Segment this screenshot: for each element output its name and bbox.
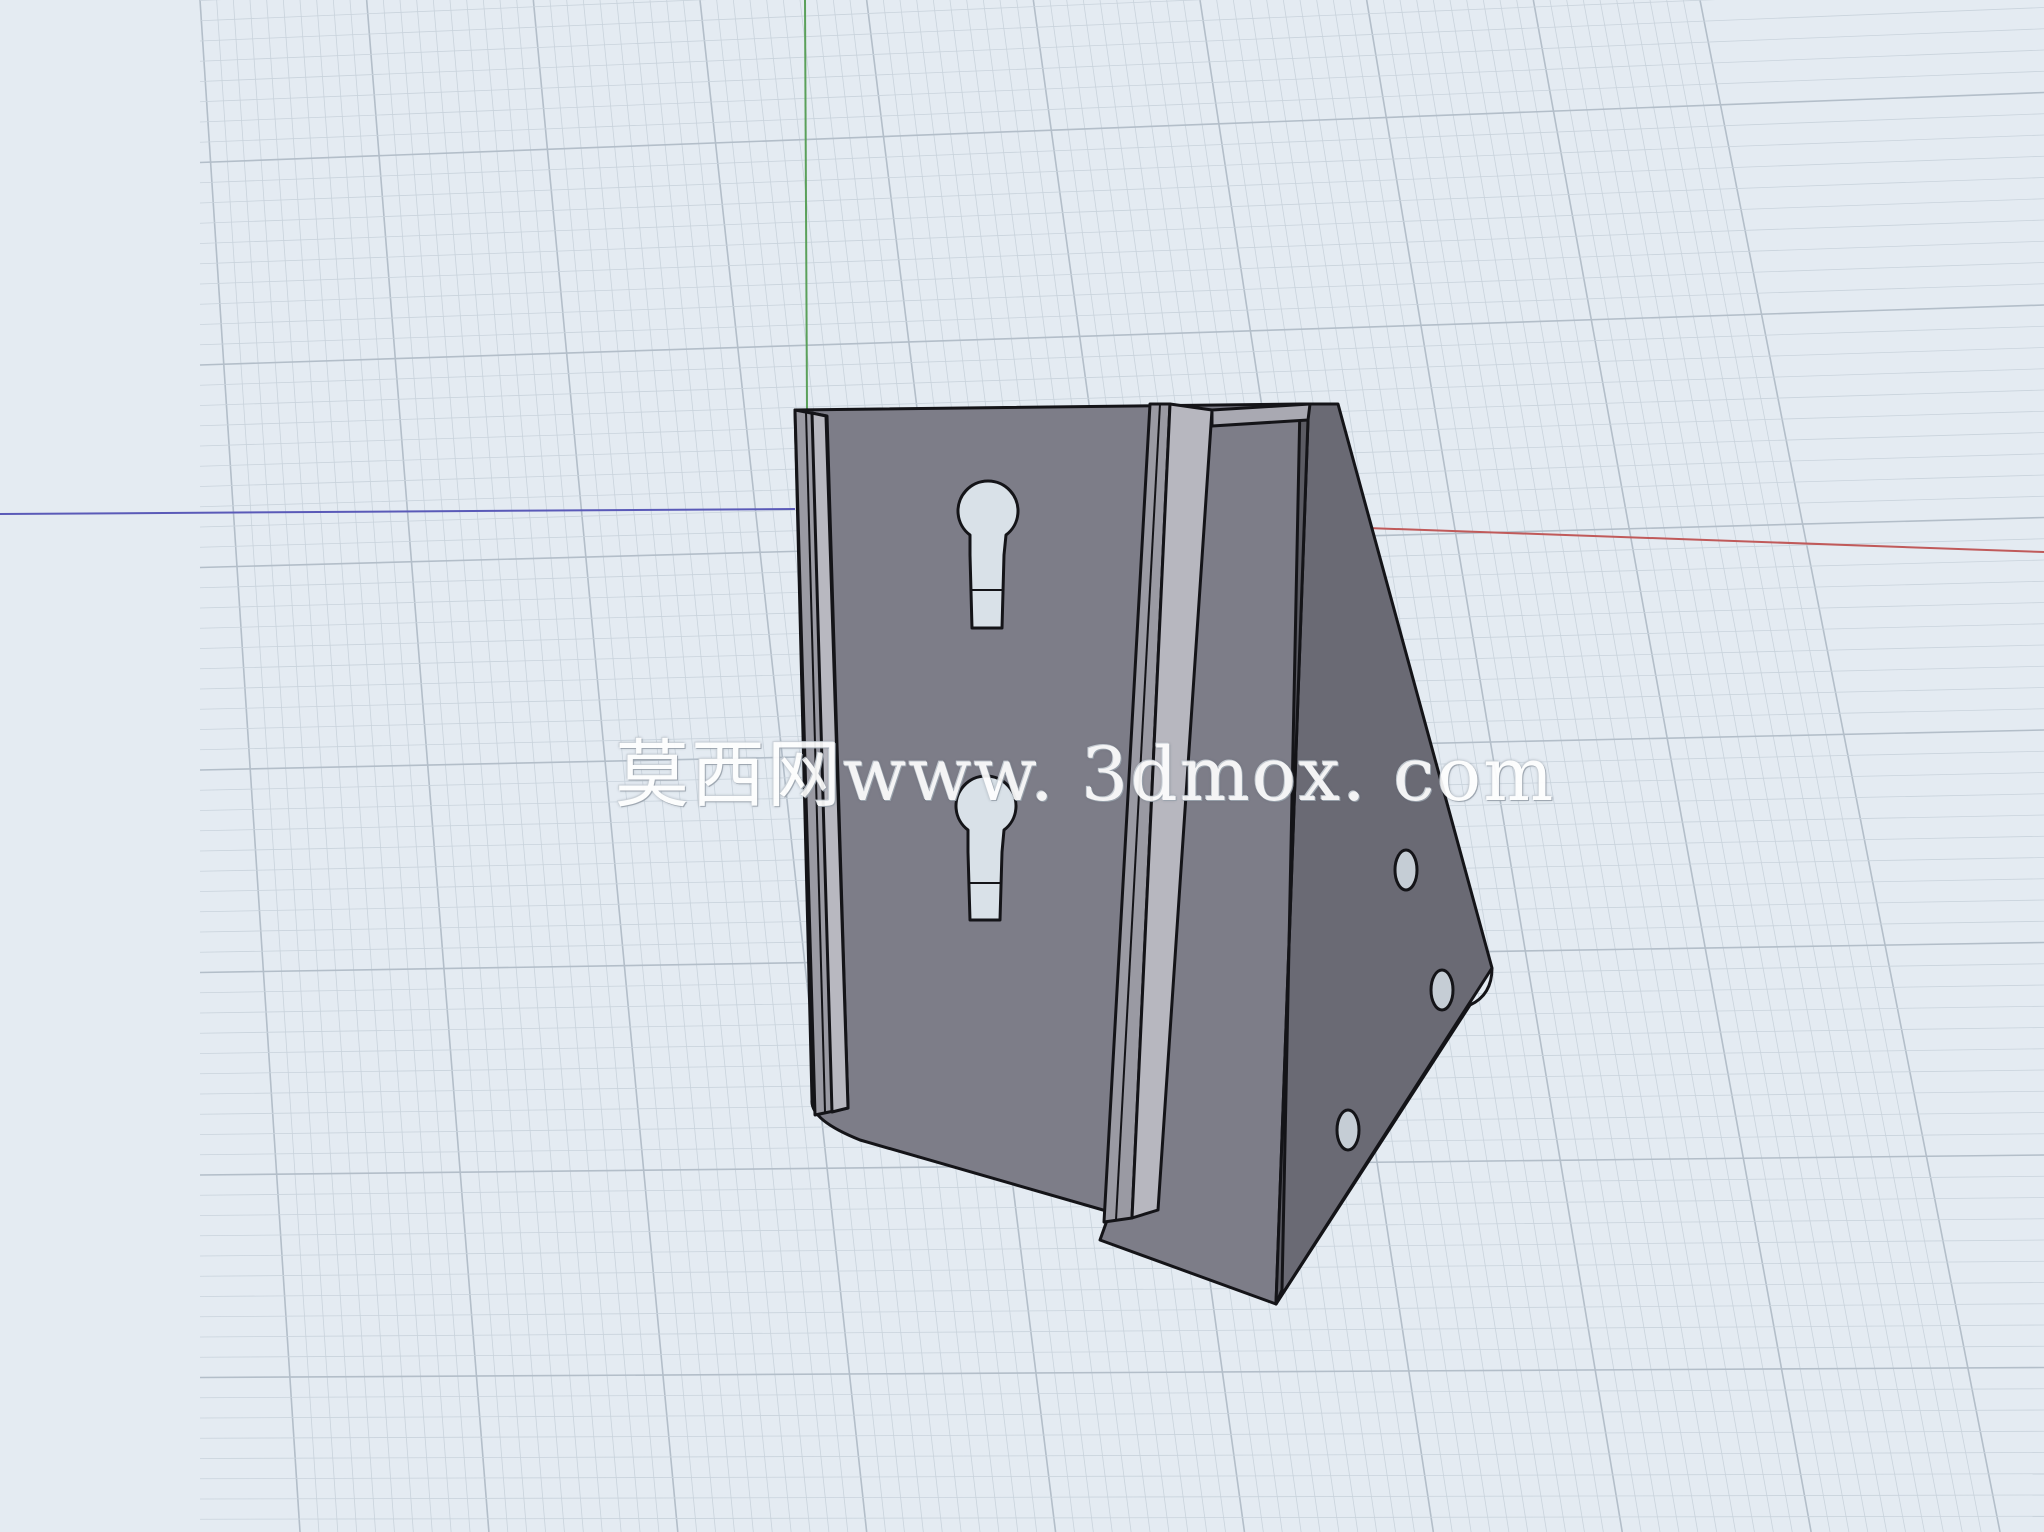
grid-line	[199, 1452, 2044, 1459]
grid-line	[1599, 0, 1888, 1532]
grid-line	[199, 1409, 2044, 1419]
grid-line	[1699, 0, 2001, 1532]
watermark-text: 莫西网www. 3dmox. com	[615, 732, 1556, 818]
grid-line	[1582, 0, 1869, 1532]
gusset-face	[1274, 402, 1494, 1306]
grid-line	[199, 0, 222, 1]
main-plate-face	[793, 402, 1310, 1306]
grid-line	[1682, 0, 1982, 1532]
grid-line	[199, 70, 2044, 143]
grid-line	[1566, 0, 1850, 1532]
grid-line	[416, 0, 546, 1532]
grid-line	[199, 28, 2044, 103]
grid-line	[199, 134, 2044, 204]
grid-line	[199, 1345, 2044, 1358]
grid-line	[1666, 0, 1963, 1532]
grid-line	[199, 198, 2044, 265]
gusset-hole-3	[1335, 1108, 1361, 1152]
bracket-model-icon[interactable]	[793, 402, 1494, 1306]
grid-line	[1549, 0, 1831, 1532]
gusset-hole-1	[1393, 848, 1419, 892]
3d-viewport[interactable]: 莫西网www. 3dmox. com	[0, 0, 2044, 1532]
grid-line	[199, 1473, 2044, 1480]
grid-line	[199, 7, 2044, 82]
y-axis-line	[804, 0, 808, 411]
grid-line	[199, 1515, 2044, 1520]
grid-line	[432, 0, 565, 1532]
grid-line	[1649, 0, 1944, 1532]
grid-line	[199, 177, 2044, 244]
grid-line	[199, 155, 2044, 224]
grid-line	[199, 1430, 2044, 1439]
grid-line	[199, 1260, 2044, 1277]
grid-line	[199, 113, 2044, 184]
grid-line	[199, 49, 2044, 123]
gusset-hole-2	[1429, 968, 1455, 1012]
grid-line	[199, 1324, 2044, 1338]
grid-line	[482, 0, 622, 1532]
grid-line	[199, 0, 301, 1532]
grid-line	[199, 240, 2044, 305]
